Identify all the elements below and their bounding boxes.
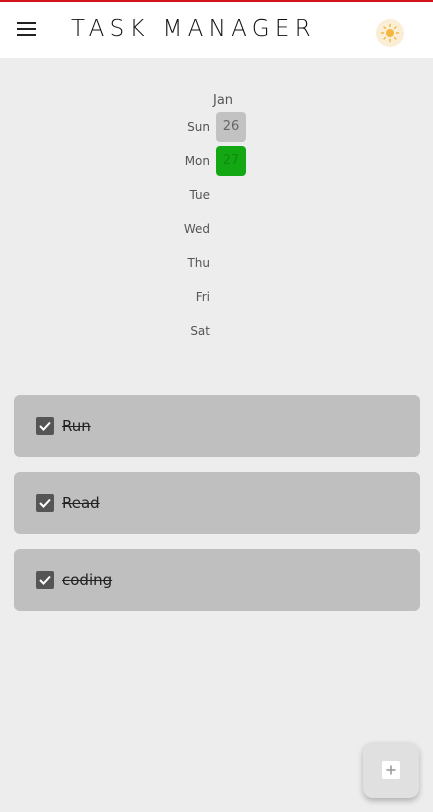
theme-toggle-button[interactable] (376, 19, 404, 47)
task-label: Read (62, 494, 100, 512)
day-label: Thu (187, 256, 210, 270)
day-row-thu[interactable]: Thu (0, 248, 433, 278)
task-item[interactable]: Read (14, 472, 420, 534)
day-row-sat[interactable]: Sat (0, 316, 433, 346)
day-row-mon[interactable]: Mon 27 (0, 146, 433, 176)
menu-icon (17, 22, 37, 36)
checkbox-checked-icon (39, 421, 51, 431)
day-label: Mon (184, 154, 210, 168)
task-list: Run Read coding (14, 395, 420, 626)
app-title: TASK MANAGER (71, 16, 317, 42)
day-row-sun[interactable]: Sun 26 (0, 112, 433, 142)
checkbox-checked-icon (39, 498, 51, 508)
day-label: Tue (189, 188, 211, 202)
day-label: Sat (190, 324, 210, 338)
task-item[interactable]: coding (14, 549, 420, 611)
day-date[interactable]: 26 (216, 112, 246, 142)
task-checkbox[interactable] (36, 494, 54, 512)
task-label: Run (62, 417, 91, 435)
day-date-today[interactable]: 27 (216, 146, 246, 176)
menu-button[interactable] (17, 22, 37, 38)
task-item[interactable]: Run (14, 395, 420, 457)
app-bar: TASK MANAGER (0, 2, 433, 58)
task-checkbox[interactable] (36, 417, 54, 435)
day-label: Sun (187, 120, 210, 134)
day-label: Wed (183, 222, 210, 236)
task-label: coding (62, 571, 113, 589)
add-task-button[interactable] (363, 742, 419, 798)
sun-icon (380, 23, 400, 43)
day-row-wed[interactable]: Wed (0, 214, 433, 244)
day-label: Fri (195, 290, 210, 304)
calendar-month: Jan (213, 93, 234, 108)
add-icon (382, 761, 400, 779)
day-row-fri[interactable]: Fri (0, 282, 433, 312)
checkbox-checked-icon (39, 575, 51, 585)
task-checkbox[interactable] (36, 571, 54, 589)
day-row-tue[interactable]: Tue (0, 180, 433, 210)
